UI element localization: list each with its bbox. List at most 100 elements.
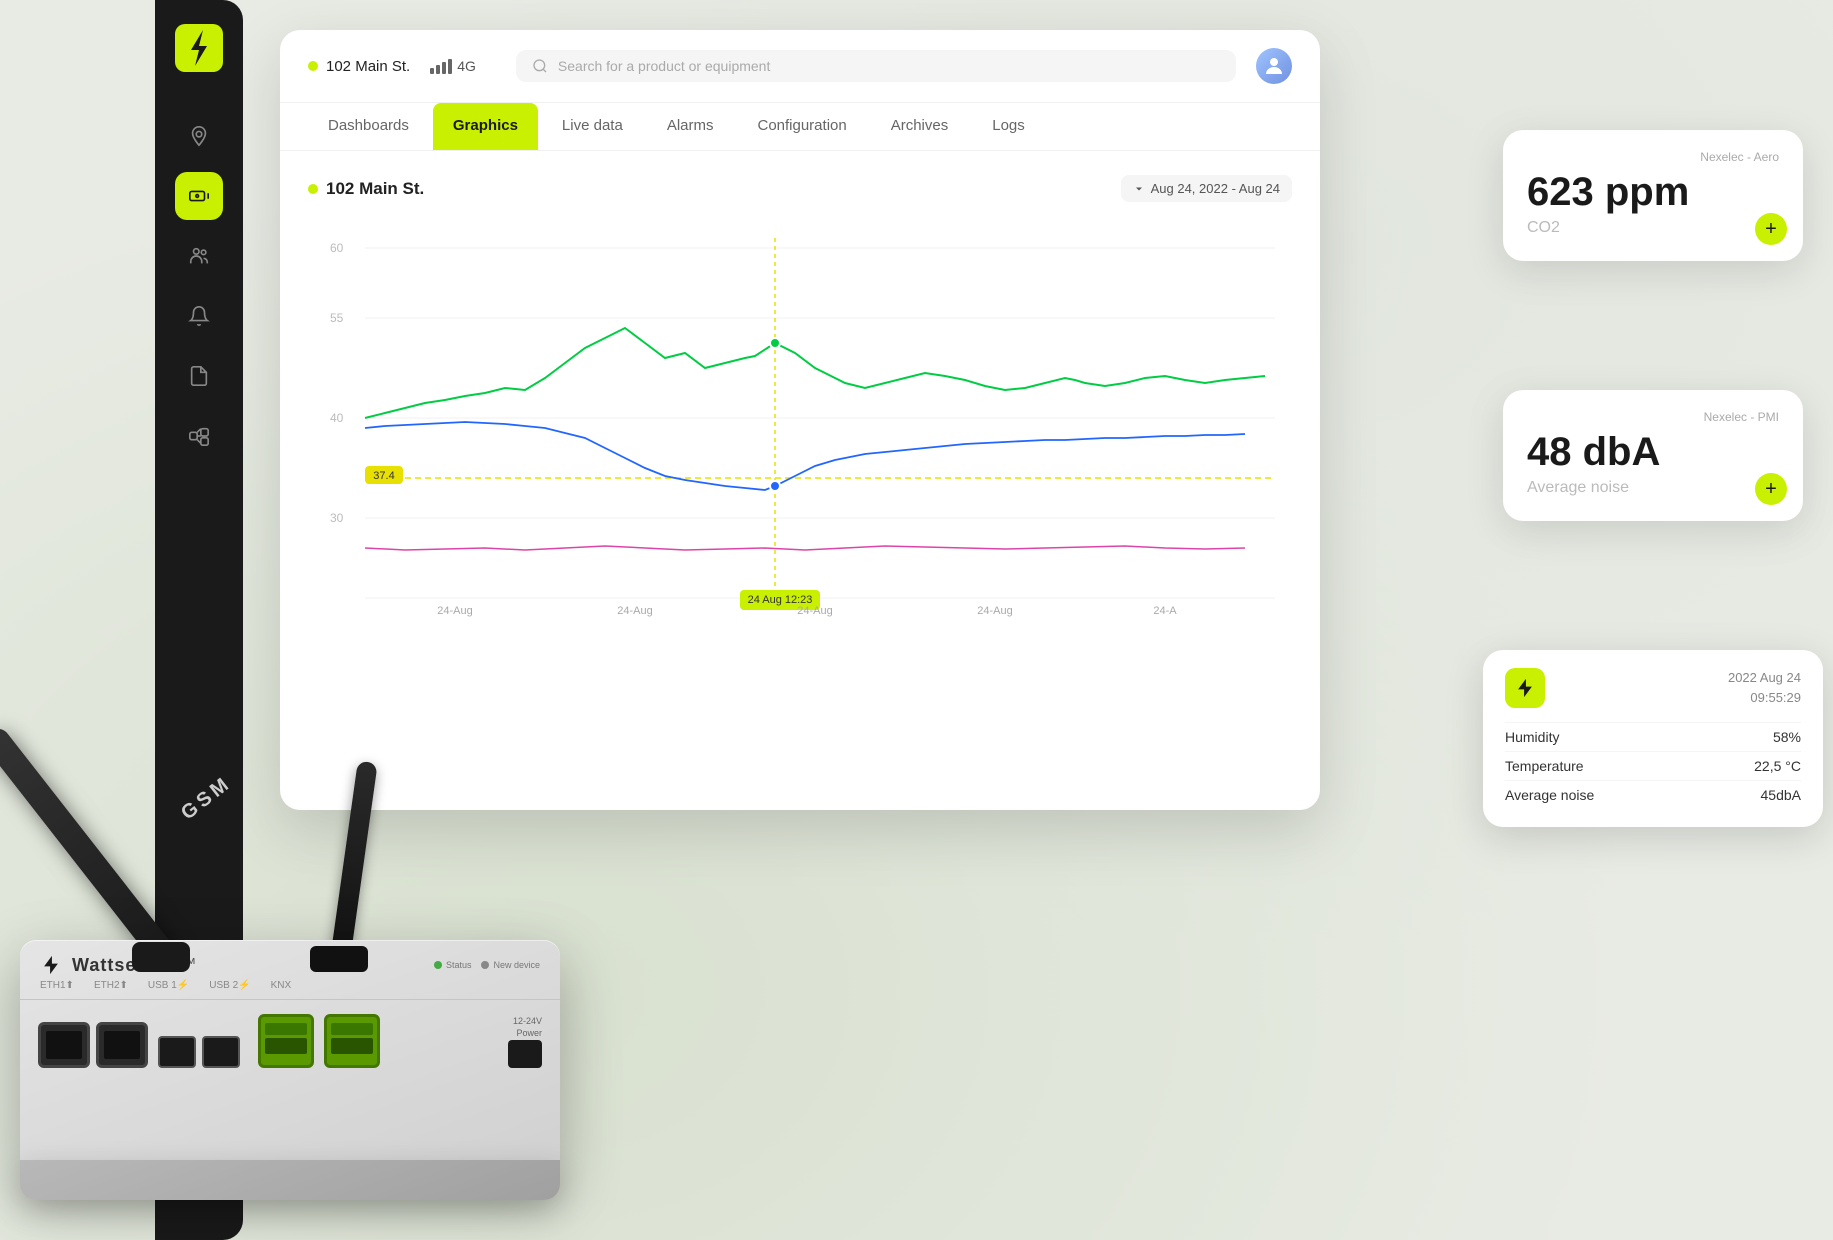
svg-text:23:: 23: xyxy=(1157,617,1172,618)
card-noise-source: Nexelec - PMI xyxy=(1527,410,1779,424)
card-co2-value: 623 ppm xyxy=(1527,170,1779,215)
date-range-text: Aug 24, 2022 - Aug 24 xyxy=(1151,181,1280,196)
hw-eth-port-1 xyxy=(38,1022,90,1068)
antenna-base-2 xyxy=(310,946,368,972)
tab-logs[interactable]: Logs xyxy=(972,103,1045,150)
connector-2-bot xyxy=(331,1038,373,1054)
hw-status-indicators: Status New device xyxy=(434,960,540,970)
sidebar-item-users[interactable] xyxy=(175,232,223,280)
label-eth1: ETH1⬆ xyxy=(40,980,74,991)
svg-text:30: 30 xyxy=(330,511,344,525)
location-badge[interactable]: 102 Main St. xyxy=(308,58,410,75)
logo xyxy=(175,24,223,72)
tooltip-row-noise: Average noise 45dbA xyxy=(1505,780,1801,809)
sidebar-item-devices[interactable] xyxy=(175,172,223,220)
date-range[interactable]: Aug 24, 2022 - Aug 24 xyxy=(1121,175,1292,202)
antenna-2 xyxy=(330,761,378,962)
svg-text:17:00: 17:00 xyxy=(801,617,829,618)
signal-bar-4 xyxy=(448,59,452,74)
hw-top-section: Wattsense ™ Status New device ETH1⬆ ETH2… xyxy=(20,940,560,1000)
tab-dashboards[interactable]: Dashboards xyxy=(308,103,429,150)
sidebar-item-location[interactable] xyxy=(175,112,223,160)
eth-port-hole-1 xyxy=(46,1031,82,1059)
signal-bar-2 xyxy=(436,65,440,74)
chart-title-text: 102 Main St. xyxy=(326,179,424,199)
hw-box-bottom xyxy=(20,1160,560,1200)
hw-logo-icon xyxy=(40,954,62,976)
connector-2-top xyxy=(331,1023,373,1035)
label-eth2: ETH2⬆ xyxy=(94,980,128,991)
hw-power-section: 12-24V Power xyxy=(508,1016,542,1068)
connector-1-bot xyxy=(265,1038,307,1054)
status-label-1: Status xyxy=(446,960,472,970)
signal-bars-icon xyxy=(430,58,452,74)
chart-title: 102 Main St. xyxy=(308,179,424,199)
card-noise: Nexelec - PMI 48 dbA Average noise + xyxy=(1503,390,1803,521)
sidebar-item-alerts[interactable] xyxy=(175,292,223,340)
tab-configuration[interactable]: Configuration xyxy=(737,103,866,150)
status-label-2: New device xyxy=(493,960,540,970)
label-usb2: USB 2⚡ xyxy=(209,980,250,991)
card-noise-value: 48 dbA xyxy=(1527,430,1779,475)
location-dot xyxy=(308,61,318,71)
hw-usb-port-1 xyxy=(158,1036,196,1068)
hw-usb-port-2 xyxy=(202,1036,240,1068)
avatar-icon xyxy=(1262,54,1286,78)
chart-title-dot xyxy=(308,184,318,194)
hw-ports-row: 12-24V Power xyxy=(20,1000,560,1082)
card-noise-unit: Average noise xyxy=(1527,479,1779,497)
tab-live-data[interactable]: Live data xyxy=(542,103,643,150)
antenna-base-1 xyxy=(132,942,190,972)
signal-text: 4G xyxy=(457,58,476,74)
sidebar-item-reports[interactable] xyxy=(175,352,223,400)
card-noise-plus[interactable]: + xyxy=(1755,473,1787,505)
hw-power-jack xyxy=(508,1040,542,1068)
tab-archives[interactable]: Archives xyxy=(871,103,969,150)
lightning-icon xyxy=(1514,677,1536,699)
tab-alarms[interactable]: Alarms xyxy=(647,103,734,150)
hw-connector-2 xyxy=(324,1014,380,1068)
tooltip-row-temperature: Temperature 22,5 °C xyxy=(1505,751,1801,780)
hw-power-label-2: Power xyxy=(516,1028,542,1038)
svg-text:24-A: 24-A xyxy=(1153,605,1177,617)
hw-eth-port-2 xyxy=(96,1022,148,1068)
user-avatar[interactable] xyxy=(1256,48,1292,84)
panel-header: 102 Main St. 4G Search for a product or … xyxy=(280,30,1320,103)
svg-text:24-Aug: 24-Aug xyxy=(797,605,832,617)
card-co2-unit: CO2 xyxy=(1527,219,1779,237)
tooltip-row-humidity: Humidity 58% xyxy=(1505,722,1801,751)
signal-bar-1 xyxy=(430,68,434,74)
svg-text:60: 60 xyxy=(330,241,344,255)
label-knx: KNX xyxy=(271,980,292,991)
sidebar-item-network[interactable] xyxy=(175,412,223,460)
nav-tabs: Dashboards Graphics Live data Alarms Con… xyxy=(280,103,1320,151)
hw-brand-row: Wattsense ™ Status New device xyxy=(40,954,540,976)
card-tooltip: 2022 Aug 24 09:55:29 Humidity 58% Temper… xyxy=(1483,650,1823,827)
status-led-grey xyxy=(481,961,489,969)
hw-power-label-1: 12-24V xyxy=(513,1016,542,1026)
card-co2-plus[interactable]: + xyxy=(1755,213,1787,245)
hw-connector-1 xyxy=(258,1014,314,1068)
signal-bar-3 xyxy=(442,62,446,74)
location-text: 102 Main St. xyxy=(326,58,410,75)
hw-main-box: Wattsense ™ Status New device ETH1⬆ ETH2… xyxy=(20,940,560,1180)
search-placeholder: Search for a product or equipment xyxy=(558,58,770,74)
tab-graphics[interactable]: Graphics xyxy=(433,103,538,150)
search-bar[interactable]: Search for a product or equipment xyxy=(516,50,1236,82)
tooltip-date: 2022 Aug 24 09:55:29 xyxy=(1728,668,1801,707)
hw-usb-ports xyxy=(158,1036,240,1068)
calendar-icon xyxy=(1133,183,1145,195)
svg-text:20:00: 20:00 xyxy=(981,617,1009,618)
hw-ethernet-ports xyxy=(38,1022,148,1068)
connector-1-top xyxy=(265,1023,307,1035)
antenna-1 xyxy=(0,723,178,968)
chart-header: 102 Main St. Aug 24, 2022 - Aug 24 xyxy=(308,175,1292,202)
search-icon xyxy=(532,58,548,74)
label-usb1: USB 1⚡ xyxy=(148,980,189,991)
svg-text:37.4: 37.4 xyxy=(373,470,394,482)
eth-port-hole-2 xyxy=(104,1031,140,1059)
hw-green-connectors xyxy=(258,1014,380,1068)
hardware-device: GSM Wattsense ™ Status New device xyxy=(0,540,650,1240)
svg-text:24-Aug: 24-Aug xyxy=(977,605,1012,617)
signal-badge: 4G xyxy=(430,58,476,74)
